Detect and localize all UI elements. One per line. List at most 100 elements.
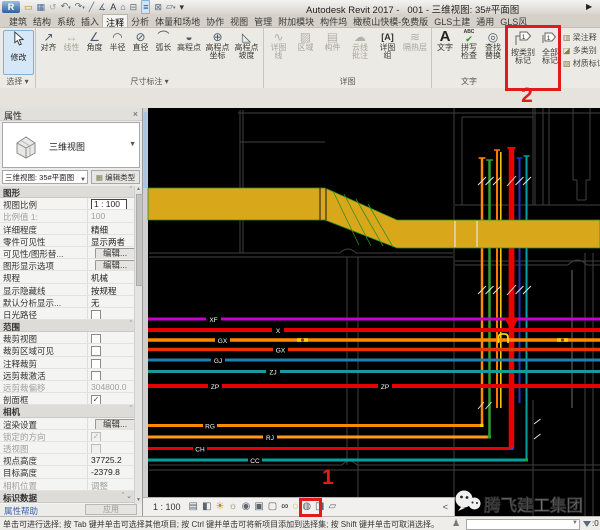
select-panel-label[interactable]: 选择 ▾ (0, 76, 35, 87)
angular-dimension-button[interactable]: ∠ 角度 (83, 30, 106, 60)
pipe-rj[interactable]: RJ (148, 433, 491, 442)
tab-collaborate[interactable]: 协作 (203, 14, 227, 27)
checkbox[interactable] (91, 346, 101, 355)
checkbox[interactable]: ✓ (91, 395, 101, 404)
arc-length-button[interactable]: ⌒ 弧长 (152, 30, 175, 60)
pipe-cc[interactable]: CC (148, 456, 528, 465)
pipe-x[interactable]: X (148, 326, 600, 335)
edit-button[interactable]: 编辑... (95, 260, 135, 270)
visual-style-icon[interactable]: ◧ (202, 499, 211, 515)
spot-coordinate-button[interactable]: ⊕ 高程点 坐标 (203, 30, 232, 60)
measure-icon[interactable]: ╱ (89, 1, 94, 13)
design-option-combobox[interactable]: ▼ (466, 519, 580, 530)
pipe-gx-2[interactable]: GX (148, 346, 600, 355)
reveal-hidden-elements-icon[interactable]: ◌ (292, 499, 298, 515)
chevron-down-icon[interactable]: ▼ (80, 174, 86, 184)
tab-general[interactable]: 通用 (473, 14, 497, 27)
shadows-icon[interactable]: ☼ (228, 499, 237, 515)
viewport-canvas[interactable]: XF X GX GX GJ ZJ ZP (143, 108, 600, 516)
aligned-dimension-button[interactable]: ↗ 对齐 (37, 30, 60, 60)
selection-filter[interactable]: :0 (583, 519, 599, 528)
pipe-ch[interactable]: CH (148, 445, 514, 454)
checkbox[interactable] (91, 334, 101, 343)
beam-annotations-button[interactable]: ▥ 梁注释 (563, 31, 600, 44)
tab-systems[interactable]: 系统 (54, 14, 78, 27)
checkbox[interactable] (91, 371, 101, 380)
titlebar-expand-button[interactable]: ▶ (586, 2, 592, 11)
drawing-area[interactable]: XF X GX GX GJ ZJ ZP (143, 108, 600, 516)
collapse-icon[interactable]: < (443, 502, 448, 512)
tab-structure[interactable]: 结构 (30, 14, 54, 27)
material-tag-button[interactable]: ▧ 材质标记 (563, 57, 600, 70)
pipe-xf[interactable]: XF (148, 315, 600, 324)
tab-manage[interactable]: 管理 (251, 14, 275, 27)
sync-icon[interactable]: ↺ (49, 1, 57, 13)
pipe-zp[interactable]: ZP ZP (148, 382, 600, 391)
tab-addins[interactable]: 附加模块 (275, 14, 317, 27)
riser-pipes[interactable] (479, 148, 530, 460)
tab-analyze[interactable]: 分析 (128, 14, 152, 27)
spot-slope-button[interactable]: ◺ 高程点 坡度 (232, 30, 261, 60)
open-icon[interactable]: ▭ (24, 1, 33, 13)
dimension-panel-label[interactable]: 尺寸标注 ▾ (36, 76, 263, 87)
sun-path-icon[interactable]: ☀ (215, 499, 224, 515)
spot-elevation-button[interactable]: ◒ 高程点 (175, 30, 203, 60)
multi-category-button[interactable]: ◪ 多类别 (563, 44, 600, 57)
temporary-hide-isolate-icon[interactable]: ∞ (281, 499, 288, 515)
tab-ganlanshan[interactable]: 橄榄山快模-免费版 (350, 14, 431, 27)
type-selector[interactable]: 三维视图 ▼ (2, 122, 140, 168)
displacement-sets-icon[interactable]: ▱ (329, 499, 337, 515)
default-3d-view-icon[interactable]: ⌂ (120, 1, 125, 13)
edit-button[interactable]: 编辑... (95, 419, 135, 429)
section-identity-data[interactable]: 标识数据ˆ ⌄ (0, 491, 135, 503)
modify-button[interactable]: 修改 (3, 30, 34, 75)
checkbox[interactable] (91, 359, 101, 368)
section-extents[interactable]: 范围ˆ (0, 320, 135, 332)
checkbox[interactable] (91, 310, 101, 319)
close-icon[interactable]: × (133, 109, 138, 119)
customize-qat-icon[interactable]: ▾ (179, 1, 184, 13)
edit-button[interactable]: 编辑... (95, 248, 135, 258)
thin-lines-icon[interactable]: ≡ (141, 0, 150, 14)
detail-panel-label[interactable]: 详图 (264, 76, 431, 87)
aligned-dimension-icon[interactable]: ∡ (98, 1, 106, 13)
radial-dimension-button[interactable]: ◠ 半径 (106, 30, 129, 60)
viewport-scrollbar-thumb[interactable] (144, 112, 148, 188)
pipe-rg[interactable]: RG (148, 422, 484, 431)
diameter-dimension-button[interactable]: ⊘ 直径 (129, 30, 152, 60)
view-instance-combobox[interactable]: 三维视图: 35#平面图 ▼ (2, 170, 88, 184)
tab-component-dock[interactable]: 构件坞 (317, 14, 350, 27)
tab-annotate[interactable]: 注释 (102, 14, 128, 27)
pipe-gx-1[interactable]: GX (148, 336, 600, 345)
find-replace-button[interactable]: ◎ 查找 替换 (481, 30, 505, 60)
pipe-gj[interactable]: GJ (148, 356, 600, 365)
undo-icon[interactable]: ↶▾ (61, 0, 71, 14)
tab-massing-site[interactable]: 体量和场地 (152, 14, 203, 27)
section-icon[interactable]: ⊟ (130, 1, 138, 13)
chevron-down-icon[interactable]: ▼ (129, 141, 136, 148)
pipe-zj[interactable]: ZJ (148, 368, 600, 377)
detail-group-button[interactable]: [A] 详图 组 (374, 30, 401, 60)
redo-icon[interactable]: ↷▾ (75, 0, 85, 14)
spelling-button[interactable]: ABC ✔ 拼写 检查 (457, 30, 481, 60)
show-crop-region-icon[interactable]: ▢ (268, 499, 277, 515)
text-button[interactable]: A 文字 (433, 30, 457, 60)
close-hidden-windows-icon[interactable]: ⊠ (154, 1, 162, 13)
worksharing-icon[interactable]: ♟ (452, 518, 460, 529)
edit-type-button[interactable]: ▦ 编辑类型 (91, 170, 140, 184)
view-scale-button[interactable]: 1 : 100 (153, 502, 181, 512)
duct[interactable] (148, 188, 600, 248)
revit-app-menu-button[interactable]: R (2, 1, 20, 13)
horizontal-pipes[interactable]: XF X GX GX GJ ZJ ZP (148, 315, 600, 465)
render-icon[interactable]: ◉ (242, 499, 251, 515)
detail-level-icon[interactable]: ▤ (189, 499, 198, 515)
switch-windows-icon[interactable]: ▱▾ (166, 0, 175, 14)
crop-view-icon[interactable]: ▣ (254, 499, 263, 515)
tab-gls-civil[interactable]: GLS土建 (431, 14, 473, 27)
tab-view[interactable]: 视图 (227, 14, 251, 27)
properties-scrollbar[interactable]: ▲ ▼ (134, 186, 142, 504)
text-panel-label[interactable]: 文字 (432, 76, 506, 87)
section-graphics[interactable]: 图形ˆ (0, 186, 135, 198)
save-icon[interactable]: ▦ (37, 1, 46, 13)
text-icon[interactable]: A (110, 1, 116, 13)
